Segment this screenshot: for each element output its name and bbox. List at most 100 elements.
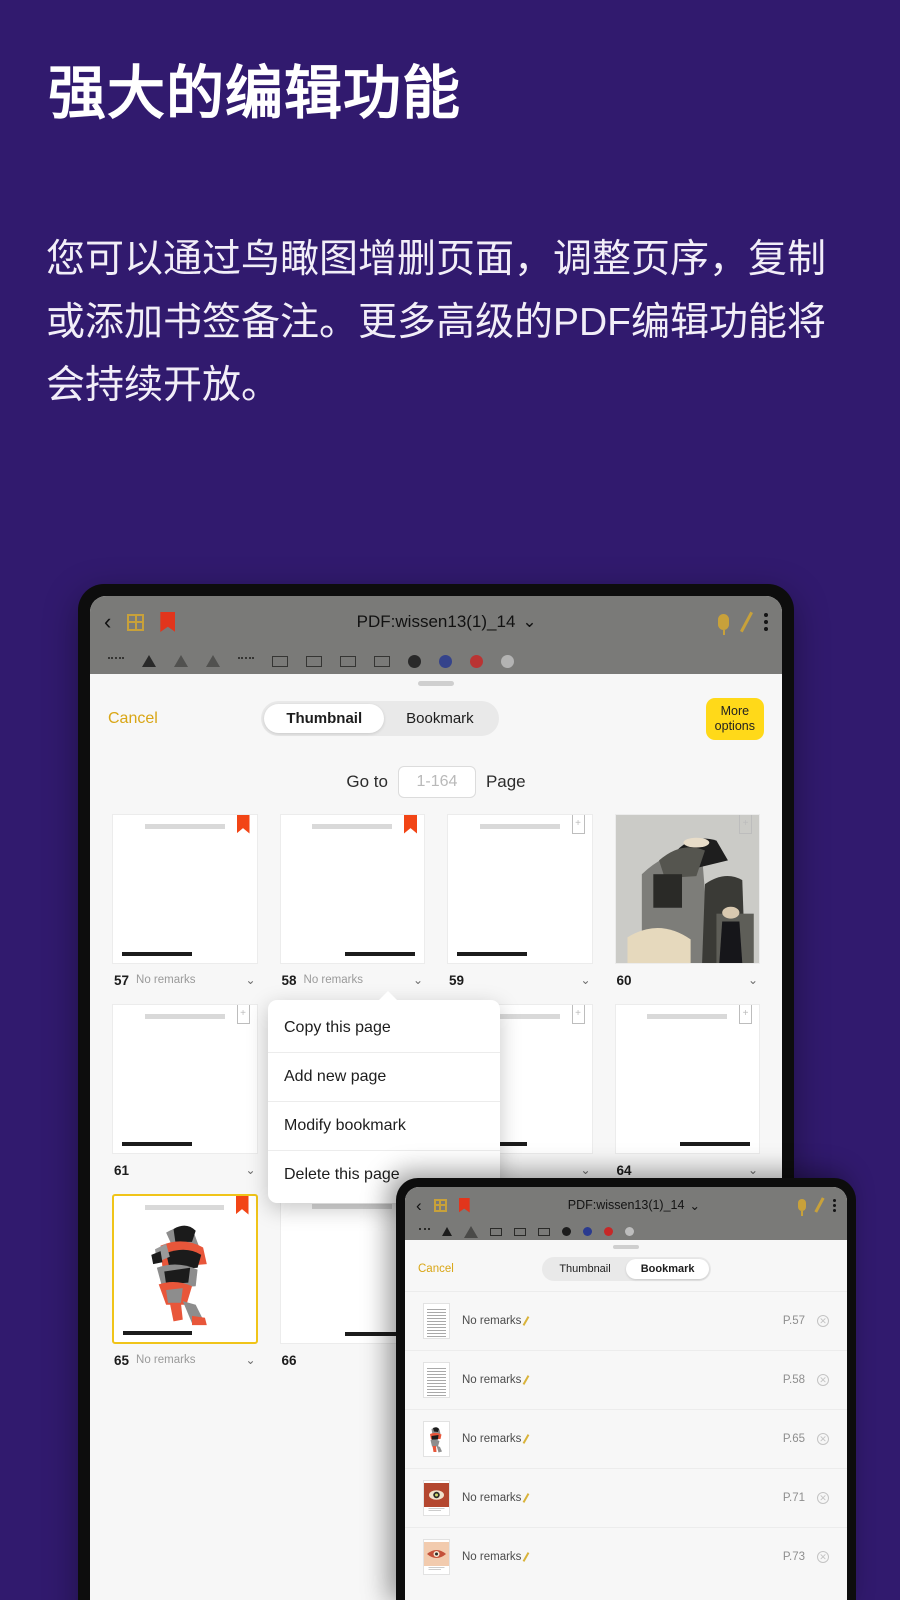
cancel-button[interactable]: Cancel	[108, 710, 158, 728]
dash-tool-icon[interactable]	[419, 1227, 430, 1236]
page-thumbnail[interactable]: +	[614, 813, 760, 964]
remove-bookmark-icon[interactable]: ✕	[817, 1315, 829, 1327]
bookmark-remark-group[interactable]: No remarks	[462, 1374, 530, 1386]
add-bookmark-icon[interactable]: +	[739, 814, 752, 834]
chevron-down-icon[interactable]: ⌄	[413, 973, 423, 987]
page-thumbnail[interactable]	[112, 813, 258, 964]
menu-item-copy-page[interactable]: Copy this page	[268, 1004, 500, 1053]
grid-icon[interactable]	[127, 613, 145, 631]
crop-tool-icon[interactable]	[374, 655, 390, 667]
add-bookmark-icon[interactable]: +	[571, 1004, 585, 1024]
chevron-down-icon[interactable]: ⌄	[580, 1163, 590, 1177]
dotted-line-tool-icon[interactable]	[238, 657, 254, 665]
menu-item-add-page[interactable]: Add new page	[268, 1053, 500, 1102]
bookmark-list-item[interactable]: No remarks P.65 ✕	[405, 1409, 847, 1468]
color-swatch-blue[interactable]	[583, 1227, 592, 1236]
menu-item-modify-bookmark[interactable]: Modify bookmark	[268, 1102, 500, 1151]
thumbnail-cell[interactable]: + 59 ⌄	[447, 813, 593, 1004]
document-title-group[interactable]: PDF:wissen13(1)_14 ⌄	[357, 612, 537, 632]
tab-bookmark[interactable]: Bookmark	[384, 704, 496, 733]
edit-pencil-icon[interactable]	[523, 1552, 530, 1562]
chevron-down-icon[interactable]: ⌄	[748, 973, 758, 987]
chevron-down-icon[interactable]: ⌄	[245, 1353, 255, 1367]
back-icon[interactable]: ‹	[104, 611, 111, 633]
edit-pencil-icon[interactable]	[523, 1375, 530, 1385]
grid-icon[interactable]	[433, 1198, 447, 1212]
bookmark-remark-group[interactable]: No remarks	[462, 1492, 530, 1504]
remove-bookmark-icon[interactable]: ✕	[817, 1374, 829, 1386]
microphone-icon[interactable]	[718, 614, 730, 630]
filled-triangle-tool-icon[interactable]	[142, 655, 156, 667]
edit-pencil-icon[interactable]	[523, 1316, 530, 1326]
chevron-down-icon[interactable]: ⌄	[580, 973, 590, 987]
color-swatch-red[interactable]	[604, 1227, 613, 1236]
chevron-down-icon[interactable]: ⌄	[748, 1163, 758, 1177]
color-swatch-grey[interactable]	[625, 1227, 634, 1236]
thumbnail-caption: 57 No remarks ⌄	[112, 964, 258, 1004]
dash-tool-icon[interactable]	[108, 657, 124, 665]
more-vertical-icon[interactable]	[833, 1203, 836, 1207]
color-swatch-black[interactable]	[408, 654, 421, 668]
edit-pencil-icon[interactable]	[523, 1434, 530, 1444]
bookmark-icon[interactable]	[160, 612, 176, 632]
thumbnail-cell[interactable]: 57 No remarks ⌄	[112, 813, 258, 1004]
promo-page: 强大的编辑功能 您可以通过鸟瞰图增删页面，调整页序，复制或添加书签备注。更多高级…	[0, 0, 900, 1600]
document-title-group[interactable]: PDF:wissen13(1)_14 ⌄	[568, 1198, 700, 1213]
rectangle-tool-icon-2[interactable]	[306, 655, 322, 667]
tab-thumbnail[interactable]: Thumbnail	[544, 1259, 625, 1279]
remove-bookmark-icon[interactable]: ✕	[817, 1551, 829, 1563]
chevron-down-icon[interactable]: ⌄	[522, 612, 536, 632]
bookmark-list-item[interactable]: No remarks P.73 ✕	[405, 1527, 847, 1586]
page-thumbnail[interactable]: +	[447, 813, 593, 964]
crop-tool-icon[interactable]	[538, 1227, 550, 1236]
bookmark-list-item[interactable]: No remarks P.71 ✕	[405, 1468, 847, 1527]
cancel-button[interactable]: Cancel	[418, 1263, 454, 1275]
page-thumbnail-selected[interactable]	[112, 1193, 258, 1344]
bookmark-remark-group[interactable]: No remarks	[462, 1433, 530, 1445]
bookmark-list-item[interactable]: No remarks P.58 ✕	[405, 1350, 847, 1409]
add-bookmark-icon[interactable]: +	[571, 814, 585, 834]
rectangle-tool-icon-3[interactable]	[340, 655, 356, 667]
filled-triangle-tool-icon[interactable]	[442, 1227, 452, 1236]
color-swatch-grey[interactable]	[501, 654, 514, 668]
pen-icon[interactable]	[814, 1197, 825, 1213]
thumbnail-cell[interactable]: 65 No remarks ⌄	[112, 1193, 258, 1384]
thumbnail-cell[interactable]: 58 No remarks ⌄	[279, 813, 425, 1004]
color-swatch-red[interactable]	[470, 654, 483, 668]
more-vertical-icon[interactable]	[764, 620, 769, 624]
rectangle-tool-icon[interactable]	[490, 1227, 502, 1236]
rectangle-tool-icon[interactable]	[272, 655, 288, 667]
page-thumbnail[interactable]: +	[614, 1003, 760, 1154]
outline-triangle-tool-icon[interactable]	[174, 655, 188, 667]
chevron-down-icon[interactable]: ⌄	[245, 973, 255, 987]
microphone-icon[interactable]	[798, 1199, 806, 1211]
color-swatch-black[interactable]	[562, 1227, 571, 1236]
bookmark-list-item[interactable]: No remarks P.57 ✕	[405, 1291, 847, 1350]
thumbnail-cell[interactable]: + 60 ⌄	[614, 813, 760, 1004]
add-bookmark-icon[interactable]: +	[236, 1004, 250, 1024]
goto-page-input[interactable]: 1-164	[397, 765, 476, 798]
page-thumbnail[interactable]: +	[112, 1003, 258, 1154]
tab-thumbnail[interactable]: Thumbnail	[264, 704, 385, 734]
pen-icon[interactable]	[740, 611, 754, 633]
more-options-button[interactable]: More options	[705, 698, 764, 740]
rectangle-tool-icon-2[interactable]	[514, 1227, 526, 1236]
edit-pencil-icon[interactable]	[523, 1493, 530, 1503]
outline-triangle-tool-icon-2[interactable]	[206, 655, 220, 667]
page-remark: No remarks	[136, 974, 196, 986]
outline-triangle-tool-icon[interactable]	[464, 1225, 478, 1238]
tab-bookmark[interactable]: Bookmark	[625, 1259, 710, 1279]
remove-bookmark-icon[interactable]: ✕	[817, 1492, 829, 1504]
page-thumbnail[interactable]	[279, 813, 425, 964]
color-swatch-blue[interactable]	[439, 654, 452, 668]
chevron-down-icon[interactable]: ⌄	[689, 1198, 699, 1213]
thumbnail-cell[interactable]: + 64 ⌄	[614, 1003, 760, 1194]
bookmark-remark-group[interactable]: No remarks	[462, 1315, 530, 1327]
add-bookmark-icon[interactable]: +	[739, 1004, 752, 1024]
back-icon[interactable]: ‹	[416, 1197, 422, 1214]
bookmark-remark-group[interactable]: No remarks	[462, 1551, 530, 1563]
thumbnail-cell[interactable]: + 61 ⌄	[112, 1003, 258, 1194]
remove-bookmark-icon[interactable]: ✕	[817, 1433, 829, 1445]
bookmark-icon[interactable]	[458, 1197, 470, 1213]
chevron-down-icon[interactable]: ⌄	[245, 1163, 255, 1177]
